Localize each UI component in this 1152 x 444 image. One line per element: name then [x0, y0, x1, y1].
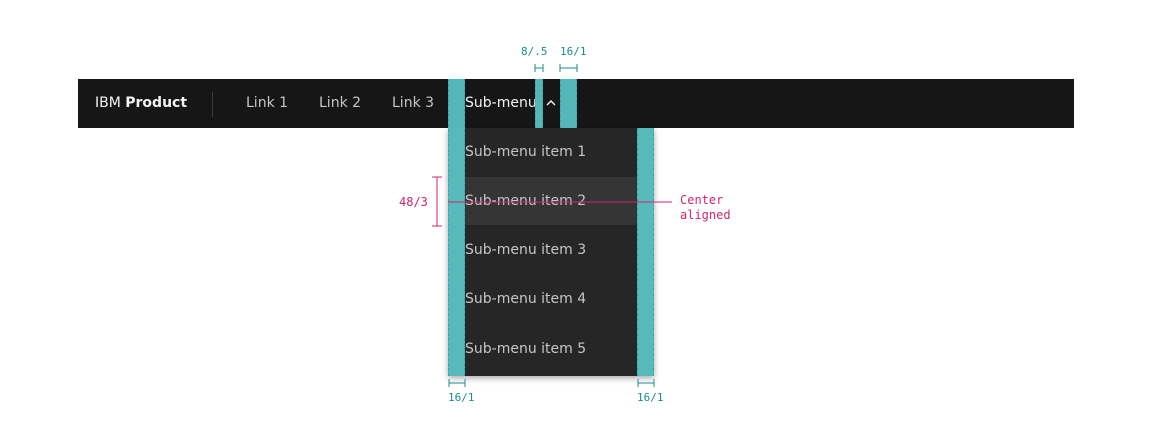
icon-gap-label: 8/.5	[521, 45, 548, 58]
icon-gap-bracket	[534, 64, 544, 72]
center-note-line2: aligned	[680, 208, 731, 222]
annotation-marks	[432, 64, 672, 387]
left-padding-bracket	[448, 379, 466, 387]
item-height-bracket	[432, 176, 442, 227]
menu-left-padding-label: 16/1	[448, 391, 475, 404]
item-height-label: 48/3	[399, 195, 428, 209]
menu-right-padding-label: 16/1	[637, 391, 664, 404]
trigger-padding-bracket	[559, 64, 578, 72]
trigger-padding-label: 16/1	[560, 45, 587, 58]
center-note-line1: Center	[680, 193, 724, 207]
right-padding-bracket	[637, 379, 655, 387]
